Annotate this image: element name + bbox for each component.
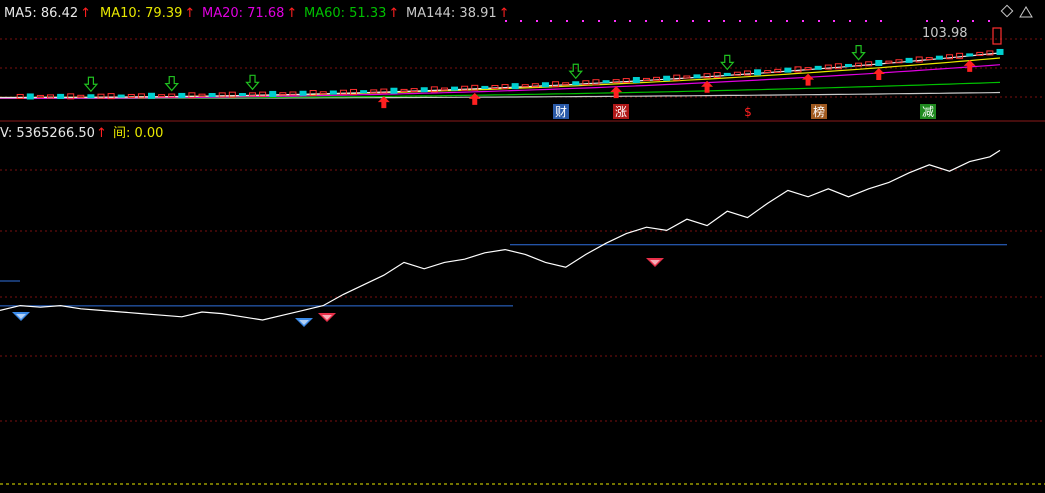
dot <box>739 20 741 22</box>
dot <box>880 20 882 22</box>
stock-chart: 财 涨 $ 榜 减 MA5: 86.42 MA10: 79.39 MA20: 71.68… <box>0 0 1045 493</box>
candle <box>360 90 368 94</box>
event-marker-label: 涨 <box>615 104 627 119</box>
candle <box>663 75 671 81</box>
candle <box>935 55 943 60</box>
dot <box>629 20 631 22</box>
candle <box>481 85 489 89</box>
event-marker-label: $ <box>744 105 752 119</box>
candle <box>723 72 731 76</box>
dot <box>645 20 647 22</box>
dot <box>692 20 694 22</box>
event-marker-label: 榜 <box>813 104 825 119</box>
candle <box>875 59 883 66</box>
candle <box>329 90 337 95</box>
legend-up-arrow: ↑ <box>499 6 510 21</box>
legend-interval: 间: 0.00 <box>113 126 163 141</box>
event-marker-label: 财 <box>555 105 567 119</box>
candle <box>299 90 307 96</box>
candle <box>844 63 852 67</box>
candle <box>572 81 580 86</box>
legend-up-arrow: ↑ <box>184 6 195 21</box>
candle <box>693 74 701 79</box>
event-marker-label: 减 <box>922 105 934 119</box>
dot <box>849 20 851 22</box>
dot <box>598 20 600 22</box>
dot <box>972 20 974 22</box>
dot <box>818 20 820 22</box>
legend-ma144: MA144: 38.91 <box>406 6 497 21</box>
candle <box>511 83 519 90</box>
candle <box>814 65 822 70</box>
candle <box>420 87 428 93</box>
candle <box>602 80 610 84</box>
dot <box>833 20 835 22</box>
dot <box>582 20 584 22</box>
dot <box>520 20 522 22</box>
last-price-label: 103.98 <box>922 26 968 41</box>
legend-up-arrow: ↑ <box>80 6 91 21</box>
chart-background <box>0 0 1045 493</box>
legend-ma60: MA60: 51.33 <box>304 6 386 21</box>
dot <box>614 20 616 22</box>
dot <box>957 20 959 22</box>
dot <box>536 20 538 22</box>
candle <box>269 90 277 97</box>
dot <box>566 20 568 22</box>
legend-ma20: MA20: 71.68 <box>202 6 284 21</box>
candle <box>178 92 186 98</box>
dot <box>661 20 663 22</box>
candle <box>784 67 792 73</box>
dot <box>941 20 943 22</box>
candle <box>451 86 459 91</box>
dot <box>723 20 725 22</box>
legend-ma5: MA5: 86.42 <box>4 6 78 21</box>
candle <box>632 77 640 84</box>
dot <box>755 20 757 22</box>
candle <box>148 92 156 99</box>
dot <box>988 20 990 22</box>
legend-ma10: MA10: 79.39 <box>100 6 182 21</box>
legend-up-arrow: ↑ <box>96 126 107 141</box>
candle <box>117 94 125 98</box>
candle <box>208 93 216 98</box>
dot <box>865 20 867 22</box>
dot <box>786 20 788 22</box>
candle <box>57 93 65 99</box>
dot <box>550 20 552 22</box>
candle <box>996 48 1004 55</box>
candle <box>754 69 762 76</box>
legend-up-arrow: ↑ <box>286 6 297 21</box>
candle <box>966 53 974 57</box>
dot <box>708 20 710 22</box>
legend-v: V: 5365266.50 <box>0 126 95 141</box>
candle <box>238 93 246 97</box>
dot <box>802 20 804 22</box>
candle <box>390 87 398 94</box>
dot <box>770 20 772 22</box>
candle <box>905 57 913 63</box>
dot <box>926 20 928 22</box>
candle <box>26 93 34 100</box>
candle <box>541 82 549 88</box>
legend-up-arrow: ↑ <box>388 6 399 21</box>
dot <box>676 20 678 22</box>
candle <box>87 94 95 99</box>
